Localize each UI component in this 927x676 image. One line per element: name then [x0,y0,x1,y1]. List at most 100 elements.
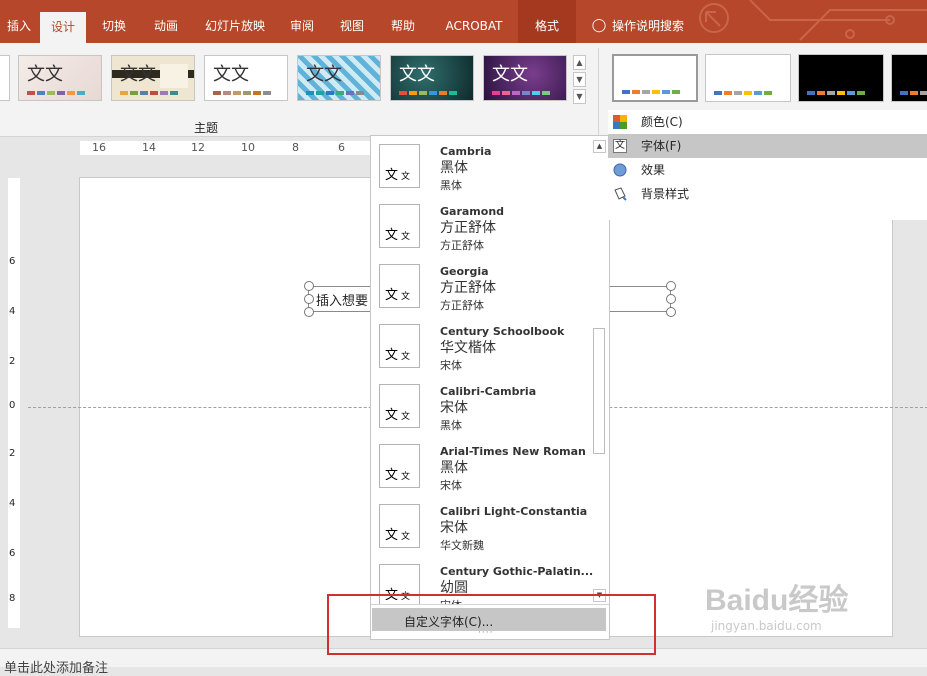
font-thumbnail: 文文 [379,444,420,488]
font-body: 黑体 [440,419,462,432]
menu-item-label: 效果 [641,163,666,177]
ruler-tick-label: 6 [9,548,16,559]
ruler-tick-label: 8 [9,593,16,604]
font-thumbnail: 文文 [379,264,420,308]
theme-thumbnail[interactable]: 文文 [297,55,381,101]
tab-design[interactable]: 设计 [40,12,86,43]
scroll-up-arrow-icon[interactable]: ▲ [593,140,606,153]
tell-me-search[interactable]: 操作说明搜索 [612,0,702,43]
ruler-tick-label: 6 [9,256,16,267]
menu-item-label: 背景样式 [641,187,690,201]
font-heading: 方正舒体 [440,280,496,296]
theme-thumbnail[interactable]: 文文 [111,55,195,101]
variant-thumbnail[interactable] [612,54,698,102]
resize-handle[interactable] [666,307,676,317]
tab-insert[interactable]: 插入 [0,0,38,43]
tab-animations[interactable]: 动画 [142,0,190,43]
divider [598,48,599,136]
tab-help[interactable]: 帮助 [381,0,425,43]
watermark-brand: Baidu经验 [705,584,849,617]
ruler-tick-label: 0 [9,400,16,411]
fonts-dropdown: 文文 Cambria 黑体 黑体 文文 Garamond 方正舒体 方正舒体 文… [370,135,610,640]
font-heading: 华文楷体 [440,340,496,356]
font-item[interactable]: 文文 Cambria 黑体 黑体 [378,136,593,194]
variant-thumbnail[interactable] [798,54,884,102]
ruler-tick-label: 6 [338,141,345,154]
theme-thumbnail[interactable]: 文文 [390,55,474,101]
font-thumbnail: 文文 [379,204,420,248]
ruler-tick-label: 8 [292,141,299,154]
font-thumbnail: 文文 [379,324,420,368]
tab-review[interactable]: 审阅 [280,0,324,43]
scrollbar-thumb[interactable] [593,328,605,454]
menu-item-label: 字体(F) [641,139,682,153]
font-thumbnail: 文文 [379,504,420,548]
variant-thumbnail[interactable] [891,54,927,102]
resize-handle[interactable] [304,281,314,291]
ruler-tick-label: 2 [9,356,16,367]
font-heading: 方正舒体 [440,220,496,236]
font-heading: 黑体 [440,160,468,176]
menu-item-label: 颜色(C) [641,115,683,129]
colors-icon [613,115,627,129]
menu-item-colors[interactable]: 颜色(C) [608,110,927,134]
ruler-tick-label: 12 [191,141,205,154]
gallery-scroll-down-button[interactable]: ▼ [573,72,586,87]
variant-menu: 颜色(C) 文 字体(F) 效果 背景样式 [608,110,927,220]
notes-hint: 单击此处添加备注 [4,661,109,676]
menu-item-background-style[interactable]: 背景样式 [608,182,927,206]
resize-handle[interactable] [304,307,314,317]
horizontal-ruler: 16 14 12 10 8 6 [80,141,370,155]
font-heading: 黑体 [440,460,468,476]
font-item[interactable]: 文文 Arial-Times New Roman 黑体 宋体 [378,436,593,494]
gallery-more-button[interactable]: ▼ [573,89,586,104]
ruler-tick-label: 16 [92,141,106,154]
ribbon-tab-bar: 插入 设计 切换 动画 幻灯片放映 审阅 视图 帮助 ACROBAT 格式 ◯ … [0,0,927,43]
watermark-url: jingyan.baidu.com [711,619,822,633]
ruler-tick-label: 4 [9,306,16,317]
font-item[interactable]: 文文 Georgia 方正舒体 方正舒体 [378,256,593,314]
font-body: 宋体 [440,479,462,492]
theme-thumbnail[interactable] [0,55,10,101]
group-label-themes: 主题 [194,121,219,135]
font-heading: 宋体 [440,400,468,416]
fonts-icon: 文 [613,139,627,153]
gallery-scroll-up-button[interactable]: ▲ [573,55,586,70]
resize-handle[interactable] [666,294,676,304]
font-item[interactable]: 文文 Calibri-Cambria 宋体 黑体 [378,376,593,434]
tab-view[interactable]: 视图 [330,0,374,43]
theme-thumbnail[interactable]: 文文 [204,55,288,101]
decorative-pattern [699,0,927,41]
vertical-ruler: 6 4 2 0 2 4 6 8 [8,178,20,628]
ruler-tick-label: 10 [241,141,255,154]
font-item[interactable]: 文文 Garamond 方正舒体 方正舒体 [378,196,593,254]
font-body: 方正舒体 [440,239,484,252]
font-body: 华文新魏 [440,539,484,552]
menu-item-effects[interactable]: 效果 [608,158,927,182]
resize-handle[interactable] [304,294,314,304]
variant-thumbnail[interactable] [705,54,791,102]
tab-slideshow[interactable]: 幻灯片放映 [196,0,274,43]
background-style-icon [614,187,627,201]
lightbulb-icon: ◯ [591,18,607,33]
theme-thumbnail[interactable]: 文文 [483,55,567,101]
font-item[interactable]: 文文 Calibri Light-Constantia 宋体 华文新魏 [378,496,593,554]
tab-acrobat[interactable]: ACROBAT [434,0,514,43]
baidu-watermark: Baidu经验 jingyan.baidu.com [705,575,848,633]
font-body: 黑体 [440,179,462,192]
font-heading: 宋体 [440,520,468,536]
font-body: 宋体 [440,359,462,372]
font-thumbnail: 文文 [379,384,420,428]
ruler-tick-label: 14 [142,141,156,154]
tab-transitions[interactable]: 切换 [90,0,138,43]
effects-icon [613,163,627,177]
font-item[interactable]: 文文 Century Schoolbook 华文楷体 宋体 [378,316,593,374]
font-thumbnail: 文文 [379,144,420,188]
ruler-tick-label: 2 [9,448,16,459]
resize-handle[interactable] [666,281,676,291]
font-body: 方正舒体 [440,299,484,312]
highlight-box [327,594,656,655]
tab-format[interactable]: 格式 [518,0,576,43]
theme-thumbnail[interactable]: 文文 [18,55,102,101]
menu-item-fonts[interactable]: 文 字体(F) [608,134,927,158]
